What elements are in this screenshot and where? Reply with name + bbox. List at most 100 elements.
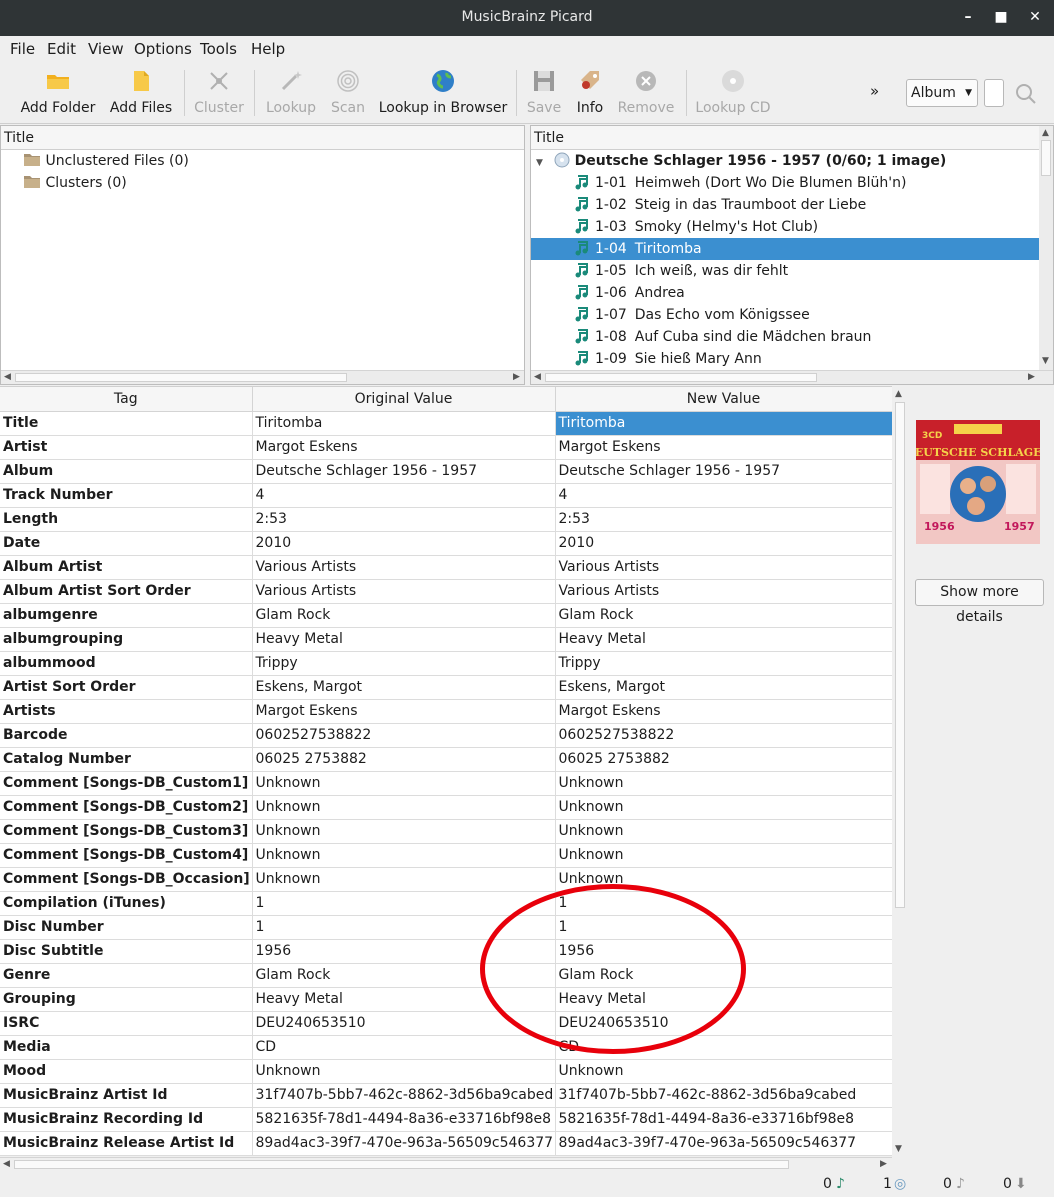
scrollbar-thumb[interactable] [1041,140,1051,176]
new-value-cell[interactable]: 31f7407b-5bb7-462c-8862-3d56ba9cabed [555,1083,892,1108]
metadata-row[interactable]: Compilation (iTunes) 1 1 [0,891,892,916]
metadata-row[interactable]: Barcode 0602527538822 0602527538822 [0,723,892,748]
expand-arrow-icon[interactable]: ▼ [536,158,543,168]
cover-art[interactable]: 3CD DEUTSCHE SCHLAGER 1956 1957 [905,420,1051,544]
scrollbar-thumb[interactable] [15,373,347,382]
lookup-in-browser-button[interactable]: Lookup in Browser [378,66,508,122]
metadata-row[interactable]: Length 2:53 2:53 [0,507,892,532]
metadata-row[interactable]: Grouping Heavy Metal Heavy Metal [0,987,892,1012]
save-button[interactable]: Save [522,66,566,122]
new-value-cell[interactable]: Trippy [555,651,892,676]
menu-edit[interactable]: Edit [47,40,76,58]
metadata-row[interactable]: Comment [Songs-DB_Custom3] Unknown Unknown [0,819,892,844]
track-row[interactable]: 1-05 Ich weiß, was dir fehlt [531,260,1039,282]
new-value-cell[interactable]: 06025 2753882 [555,747,892,772]
metadata-row[interactable]: albumgenre Glam Rock Glam Rock [0,603,892,628]
tree-item-clusters[interactable]: Clusters (0) [23,172,127,194]
new-value-cell[interactable]: 1956 [555,939,892,964]
toolbar-overflow-button[interactable]: » [870,82,879,100]
scroll-right-icon[interactable]: ▶ [880,1159,887,1169]
new-value-cell[interactable]: DEU240653510 [555,1011,892,1036]
menu-view[interactable]: View [88,40,124,58]
metadata-row[interactable]: Disc Subtitle 1956 1956 [0,939,892,964]
show-more-details-button[interactable]: Show more details [915,579,1044,625]
file-pane-header[interactable]: Title [1,126,524,150]
track-row[interactable]: 1-09 Sie hieß Mary Ann [531,348,1039,370]
metadata-row[interactable]: MusicBrainz Release Artist Id 89ad4ac3-39… [0,1131,892,1156]
metadata-row[interactable]: Date 2010 2010 [0,531,892,556]
info-button[interactable]: Info [570,66,610,122]
scan-button[interactable]: Scan [326,66,370,122]
maximize-icon[interactable]: ■ [986,0,1016,36]
metadata-row[interactable]: albummood Trippy Trippy [0,651,892,676]
metadata-horizontal-scrollbar[interactable]: ◀ ▶ [0,1157,892,1171]
new-value-cell[interactable]: 5821635f-78d1-4494-8a36-e33716bf98e8 [555,1107,892,1132]
menu-tools[interactable]: Tools [200,40,237,58]
scrollbar-thumb[interactable] [545,373,817,382]
metadata-row[interactable]: MusicBrainz Recording Id 5821635f-78d1-44… [0,1107,892,1132]
track-row[interactable]: 1-03 Smoky (Helmy's Hot Club) [531,216,1039,238]
lookup-button[interactable]: Lookup [262,66,320,122]
scroll-left-icon[interactable]: ◀ [4,372,11,382]
new-value-cell[interactable]: Margot Eskens [555,435,892,460]
new-value-cell[interactable]: Glam Rock [555,963,892,988]
metadata-row[interactable]: Track Number 4 4 [0,483,892,508]
metadata-row[interactable]: Mood Unknown Unknown [0,1059,892,1084]
track-row[interactable]: 1-08 Auf Cuba sind die Mädchen braun [531,326,1039,348]
new-value-cell[interactable]: Glam Rock [555,603,892,628]
metadata-row[interactable]: Comment [Songs-DB_Occasion] Unknown Unknow… [0,867,892,892]
column-header-tag[interactable]: Tag [0,387,253,412]
remove-button[interactable]: Remove [614,66,678,122]
menu-file[interactable]: File [10,40,35,58]
column-header-new-value[interactable]: New Value [555,387,892,412]
new-value-cell[interactable]: 89ad4ac3-39f7-470e-963a-56509c546377 [555,1131,892,1156]
new-value-cell[interactable]: 1 [555,915,892,940]
new-value-cell[interactable]: Deutsche Schlager 1956 - 1957 [555,459,892,484]
cluster-button[interactable]: Cluster [190,66,248,122]
track-row[interactable]: 1-02 Steig in das Traumboot der Liebe [531,194,1039,216]
metadata-row[interactable]: Album Artist Various Artists Various Artis… [0,555,892,580]
mode-select[interactable]: Album ▼ [906,79,978,107]
scroll-right-icon[interactable]: ▶ [513,372,520,382]
metadata-row[interactable]: Title Tiritomba Tiritomba [0,411,892,436]
vertical-scrollbar[interactable]: ▲ ▼ [1039,126,1053,370]
new-value-cell[interactable]: 1 [555,891,892,916]
metadata-row[interactable]: Disc Number 1 1 [0,915,892,940]
metadata-row[interactable]: Catalog Number 06025 2753882 06025 2753882 [0,747,892,772]
new-value-cell[interactable]: Unknown [555,1059,892,1084]
new-value-cell[interactable]: 0602527538822 [555,723,892,748]
scroll-left-icon[interactable]: ◀ [3,1159,10,1169]
minimize-icon[interactable]: – [953,0,983,36]
scroll-up-icon[interactable]: ▲ [895,389,902,399]
track-row[interactable]: 1-01 Heimweh (Dort Wo Die Blumen Blüh'n) [531,172,1039,194]
new-value-cell[interactable]: 4 [555,483,892,508]
new-value-cell[interactable]: CD [555,1035,892,1060]
search-icon[interactable] [1014,82,1038,106]
metadata-vertical-scrollbar[interactable]: ▲ ▼ [893,386,907,1158]
scroll-right-icon[interactable]: ▶ [1028,372,1035,382]
metadata-row[interactable]: Media CD CD [0,1035,892,1060]
metadata-row[interactable]: Album Artist Sort Order Various Artists Va… [0,579,892,604]
metadata-row[interactable]: Comment [Songs-DB_Custom2] Unknown Unknown [0,795,892,820]
track-row[interactable]: 1-04 Tiritomba [531,238,1039,260]
new-value-cell[interactable]: Various Artists [555,579,892,604]
scrollbar-thumb[interactable] [895,402,905,908]
new-value-cell[interactable]: Heavy Metal [555,627,892,652]
column-header-original-value[interactable]: Original Value [252,387,556,412]
add-files-button[interactable]: Add Files [106,66,176,122]
metadata-row[interactable]: Album Deutsche Schlager 1956 - 1957 Deutsc… [0,459,892,484]
metadata-row[interactable]: Artist Sort Order Eskens, Margot Eskens, M… [0,675,892,700]
scrollbar-thumb[interactable] [14,1160,789,1169]
new-value-cell[interactable]: Margot Eskens [555,699,892,724]
scroll-up-icon[interactable]: ▲ [1042,128,1049,138]
tree-item-unclustered[interactable]: Unclustered Files (0) [23,150,189,172]
album-row[interactable]: ▼ Deutsche Schlager 1956 - 1957 (0/60; 1… [536,150,946,172]
new-value-cell[interactable]: Tiritomba [555,411,892,436]
menu-help[interactable]: Help [251,40,285,58]
lookup-cd-button[interactable]: Lookup CD [692,66,774,122]
album-pane-header[interactable]: Title [531,126,1039,150]
new-value-cell[interactable]: Unknown [555,843,892,868]
scroll-left-icon[interactable]: ◀ [534,372,541,382]
metadata-row[interactable]: ISRC DEU240653510 DEU240653510 [0,1011,892,1036]
scroll-down-icon[interactable]: ▼ [895,1144,902,1154]
